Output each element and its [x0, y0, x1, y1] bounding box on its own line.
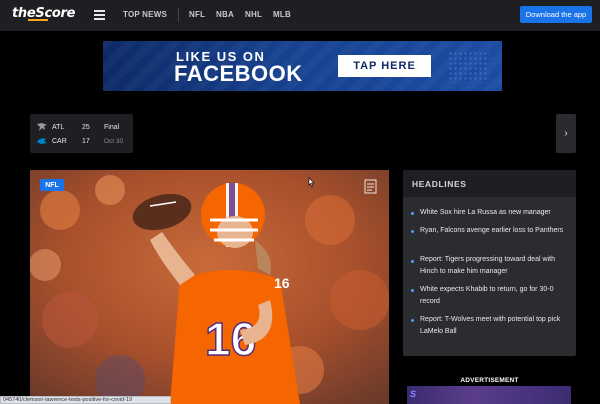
quarterback-photo: 16 16	[30, 170, 389, 404]
article-icon[interactable]	[364, 179, 377, 194]
headlines-header: HEADLINES	[403, 170, 576, 197]
bullet-icon	[411, 289, 414, 292]
team-abbr: CAR	[52, 137, 67, 145]
headline-item[interactable]: White Sox hire La Russa as new manager	[420, 207, 570, 219]
team-row-car: CAR 17 Oct 30	[36, 135, 131, 147]
nav-mlb[interactable]: MLB	[273, 10, 291, 19]
chevron-right-icon: ›	[564, 128, 568, 139]
facebook-banner[interactable]: LIKE US ON FACEBOOK TAP HERE	[103, 41, 502, 91]
team-row-atl: ATL 25 Final	[36, 121, 131, 133]
headline-item[interactable]: Ryan, Falcons avenge earlier loss to Pan…	[420, 225, 570, 237]
advertisement-label: ADVERTISEMENT	[460, 377, 519, 384]
headline-item[interactable]: White expects Khabib to return, go for 3…	[420, 284, 570, 308]
ad-logo-icon: S	[410, 389, 417, 399]
nav-nhl[interactable]: NHL	[245, 10, 262, 19]
status-bar-url: 045740/clemson-lawrence-tests-positive-f…	[0, 396, 171, 404]
svg-text:16: 16	[274, 275, 290, 291]
team-score: 25	[82, 123, 90, 131]
headlines-panel: HEADLINES White Sox hire La Russa as new…	[403, 170, 576, 356]
game-status: Final	[104, 123, 120, 131]
nav-nba[interactable]: NBA	[216, 10, 234, 19]
bullet-icon	[411, 319, 414, 322]
bullet-icon	[411, 212, 414, 215]
banner-dot-pattern	[448, 51, 490, 83]
panthers-logo-icon	[36, 136, 48, 146]
top-nav: theScore TOP NEWS NFL NBA NHL MLB Downlo…	[0, 0, 600, 31]
logo-underline	[28, 19, 48, 21]
game-date: Oct 30	[104, 137, 124, 145]
falcons-logo-icon	[36, 122, 48, 132]
tap-here-button[interactable]: TAP HERE	[338, 55, 431, 77]
nav-divider	[178, 8, 179, 22]
nfl-tag[interactable]: NFL	[40, 179, 64, 191]
hero-article-image[interactable]: 16 16	[30, 170, 389, 404]
nav-nfl[interactable]: NFL	[189, 10, 205, 19]
download-app-button[interactable]: Download the app	[520, 6, 592, 23]
advertisement-box[interactable]	[407, 386, 571, 404]
bullet-icon	[411, 230, 414, 233]
headlines-title: HEADLINES	[412, 179, 467, 189]
bullet-icon	[411, 260, 414, 263]
menu-icon[interactable]	[94, 10, 105, 20]
nav-top-news[interactable]: TOP NEWS	[123, 10, 167, 19]
mouse-cursor-icon	[307, 175, 315, 188]
headline-item[interactable]: Report: Tigers progressing toward deal w…	[420, 254, 570, 278]
team-abbr: ATL	[52, 123, 65, 131]
headline-item[interactable]: Report: T-Wolves meet with potential top…	[420, 314, 570, 338]
banner-brand: FACEBOOK	[174, 61, 303, 86]
scores-next-button[interactable]: ›	[556, 114, 576, 153]
score-card[interactable]: ATL 25 Final CAR 17 Oct 30	[30, 114, 133, 153]
team-score: 17	[82, 137, 90, 145]
